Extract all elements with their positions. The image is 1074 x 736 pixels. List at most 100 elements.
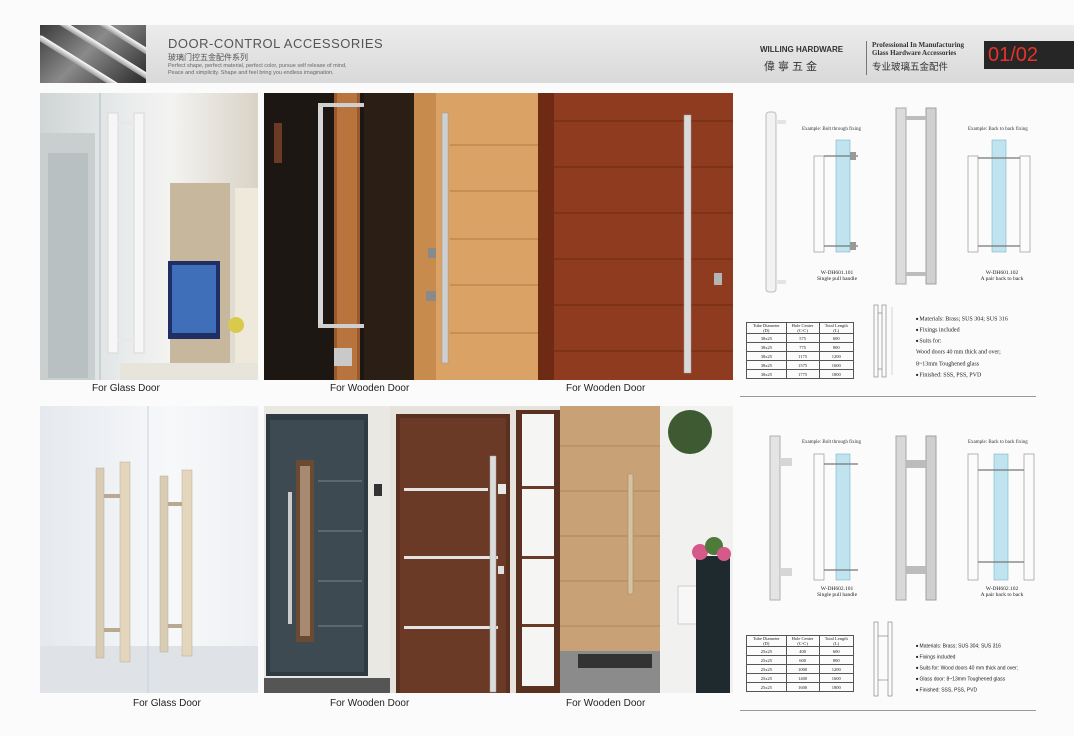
photo-wooden-door-6: [560, 406, 733, 693]
feature-item: Finished: SSS, PSS, PVD: [916, 370, 1008, 381]
feature-item: Materials: Brass; SUS 304; SUS 316: [916, 314, 1008, 325]
photo-glass-door-2: [40, 406, 258, 693]
table-row: 25x25 1400 1600: [746, 673, 855, 683]
wooden-door-scene-3: [538, 93, 733, 380]
brand-name: WILLING HARDWARE: [760, 45, 844, 54]
table-header-cell: Hole Center (C-C): [785, 635, 820, 647]
table-cell: 1600: [818, 673, 855, 683]
table-row: 38x25 1175 1200: [746, 351, 855, 361]
table-cell: 38x25: [746, 333, 787, 343]
table-row: 38x25 575 600: [746, 333, 855, 343]
table-row: 38x25 1575 1600: [746, 360, 855, 370]
section-divider: [740, 396, 1036, 397]
feature-item: Materials: Brass; SUS 304; SUS 316: [916, 641, 1018, 652]
table-cell: 800: [818, 342, 855, 352]
wooden-door-scene-6: [560, 406, 733, 693]
spec1-model-b: W-DH601.102 A pair back to back: [980, 270, 1024, 282]
photo-wooden-door-3: [538, 93, 733, 380]
table-header-row: Tube Diameter (D) Hole Center (C-C) Total Le…: [746, 635, 855, 647]
table-cell: 38x25: [746, 342, 787, 352]
wooden-door-scene-1: [264, 93, 414, 380]
feature-item: Suits for: Wood doors 40 mm thick and ov…: [916, 663, 1019, 674]
tagline-line-1: Perfect shape, perfect material, perfect…: [168, 63, 347, 69]
brand-slogan: Professional In Manufacturing Glass Hard…: [872, 41, 965, 57]
table-header-cell: Tube Diameter (D): [746, 322, 787, 334]
feature-item: Fixings included: [916, 325, 1008, 336]
table-cell: 775: [785, 342, 820, 352]
feature-item: Wood doors 40 mm thick and over;: [916, 350, 1001, 356]
wooden-door-scene-5: [390, 406, 560, 693]
table-header-cell: Total Length (L): [818, 322, 855, 334]
table-cell: 38x25: [746, 360, 787, 370]
catalog-page: DOOR-CONTROL ACCESSORIES 玻璃门控五金配件系列 Perf…: [0, 0, 1074, 736]
table-cell: 1800: [818, 682, 855, 692]
brand-divider: [866, 41, 867, 75]
table-header-cell: Hole Center (C-C): [785, 322, 820, 334]
table-cell: 38x25: [746, 351, 787, 361]
feature-item: Finished: SSS, PSS, PVD: [916, 685, 1018, 696]
table-cell: 600: [785, 655, 820, 665]
feature-item: Suits for:: [916, 336, 1008, 347]
page-number: 01/02: [984, 41, 1074, 69]
table-cell: 25x25: [746, 664, 787, 674]
spec1-size-table: Tube Diameter (D) Hole Center (C-C) Total Le…: [746, 322, 855, 379]
table-cell: 1400: [785, 673, 820, 683]
spec1-back-label: Example: Back to back fixing: [968, 127, 1028, 132]
table-cell: 1200: [818, 664, 855, 674]
table-row: 25x25 400 600: [746, 646, 855, 656]
spec2-drawings: [769, 435, 1035, 601]
header-bar: DOOR-CONTROL ACCESSORIES 玻璃门控五金配件系列 Perf…: [40, 25, 1074, 83]
photo-wooden-door-4: [264, 406, 390, 693]
spec2-features: Materials: Brass; SUS 304; SUS 316Fixing…: [916, 641, 1019, 696]
table-row: 38x25 1775 1800: [746, 369, 855, 379]
spec1-features: Materials: Brass; SUS 304; SUS 316Fixing…: [916, 314, 1008, 381]
caption-r1-glass: For Glass Door: [92, 383, 160, 394]
caption-r1-wood-1: For Wooden Door: [330, 383, 410, 394]
spec2-model-b: W-DH602.102 A pair back to back: [980, 586, 1024, 598]
wooden-door-scene-2: [414, 93, 538, 380]
table-cell: 25x25: [746, 655, 787, 665]
table-row: 25x25 1000 1200: [746, 664, 855, 674]
table-cell: 600: [818, 646, 855, 656]
tagline-line-2: Peace and simplicity. Shape and feel bri…: [168, 70, 334, 76]
table-row: 25x25 600 800: [746, 655, 855, 665]
table-row: 38x25 775 800: [746, 342, 855, 352]
wooden-door-scene-4: [264, 406, 390, 693]
glass-door-scene-1: [40, 93, 258, 380]
caption-r1-wood-2: For Wooden Door: [566, 383, 646, 394]
table-cell: 1600: [818, 360, 855, 370]
header-thumbnail: [40, 25, 146, 83]
tagline: Perfect shape, perfect material, perfect…: [168, 63, 428, 77]
table-cell: 600: [818, 333, 855, 343]
table-header-cell: Total Length (L): [818, 635, 855, 647]
feature-item: 8~13mm Toughened glass: [916, 361, 980, 368]
photo-wooden-door-1: [264, 93, 414, 380]
photo-wooden-door-5: [390, 406, 560, 693]
table-cell: 25x25: [746, 673, 787, 683]
caption-r2-wood-2: For Wooden Door: [566, 698, 646, 709]
table-cell: 1175: [785, 351, 820, 361]
table-cell: 575: [785, 333, 820, 343]
spec2-model-a: W-DH602.101 Single pull handle: [816, 586, 858, 598]
table-cell: 25x25: [746, 646, 787, 656]
page-subtitle: 玻璃门控五金配件系列: [168, 53, 248, 62]
spec2-through-label: Example: Bolt through fixing: [802, 440, 862, 445]
table-cell: 38x25: [746, 369, 787, 379]
spec1-model-a: W-DH601.101 Single pull handle: [816, 270, 858, 282]
spec1-through-label: Example: Bolt through fixing: [802, 127, 862, 132]
table-cell: 25x25: [746, 682, 787, 692]
feature-item: Fixings included: [916, 652, 1018, 663]
photo-glass-door-1: [40, 93, 258, 380]
table-cell: 1775: [785, 369, 820, 379]
brand-name-cn: 偉寧五金: [764, 61, 820, 73]
table-header-row: Tube Diameter (D) Hole Center (C-C) Total Le…: [746, 322, 855, 334]
bottom-divider: [740, 710, 1036, 711]
caption-r2-wood-1: For Wooden Door: [330, 698, 410, 709]
brand-slogan-cn: 专业玻璃五金配件: [872, 62, 949, 73]
photo-wooden-door-2: [414, 93, 538, 380]
table-cell: 1000: [785, 664, 820, 674]
spec2-back-label: Example: Back to back fixing: [968, 440, 1028, 445]
table-cell: 400: [785, 646, 820, 656]
glass-door-scene-2: [40, 406, 258, 693]
spec2-dimension-sketch: [873, 621, 893, 697]
